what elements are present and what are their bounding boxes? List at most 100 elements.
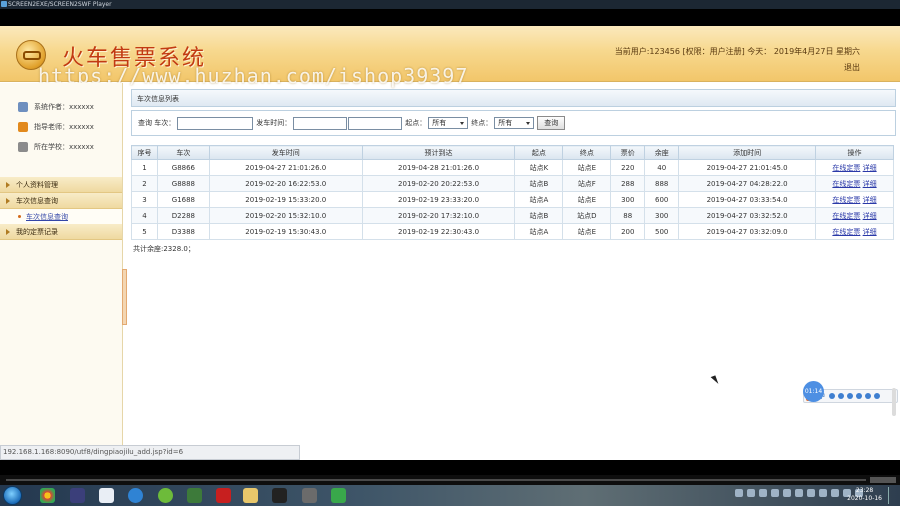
book-online-link[interactable]: 在线定票 <box>832 212 860 220</box>
cell-arrive-time: 2019-02-20 17:32:10.0 <box>361 207 516 224</box>
taskbar: 23:28 2020-10-16 <box>0 485 900 506</box>
cell-actions: 在线定票 详细 <box>815 223 894 240</box>
cell-seats: 888 <box>644 175 680 192</box>
col-actions: 操作 <box>815 145 894 160</box>
book-online-link[interactable]: 在线定票 <box>832 164 860 172</box>
cell-seats: 500 <box>644 223 680 240</box>
submenu-train-query[interactable]: 车次信息查询 <box>0 209 122 224</box>
cell-depart-time: 2019-04-27 21:01:26.0 <box>208 159 363 176</box>
col-start: 起点 <box>514 145 564 160</box>
tray-icon[interactable] <box>759 489 767 497</box>
menu-my-bookings-label: 我的定票记录 <box>16 227 58 236</box>
sidebar-splitter-handle[interactable] <box>122 269 127 325</box>
panel-title: 车次信息列表 <box>131 89 896 107</box>
app-icon[interactable] <box>99 488 114 503</box>
detail-link[interactable]: 详细 <box>863 180 877 188</box>
show-desktop-button[interactable] <box>888 487 898 504</box>
cell-seats: 600 <box>644 191 680 208</box>
player-icon <box>1 1 7 7</box>
ime-keyboard-icon[interactable] <box>856 393 862 399</box>
cell-actions: 在线定票 详细 <box>815 159 894 176</box>
detail-link[interactable]: 详细 <box>863 196 877 204</box>
tray-icon[interactable] <box>747 489 755 497</box>
depart-time-start-input[interactable] <box>293 116 348 130</box>
start-station-label: 起点： <box>405 119 427 127</box>
avatar-app-icon[interactable] <box>302 488 317 503</box>
tray-icon[interactable] <box>831 489 839 497</box>
cell-end: 站点D <box>562 207 612 224</box>
header: 火车售票系统 https://www.huzhan.com/ishop39397… <box>0 26 900 88</box>
green-app-icon[interactable] <box>331 488 346 503</box>
menu-profile[interactable]: 个人资料管理 <box>0 177 122 193</box>
teacher-icon <box>18 122 28 132</box>
info-school-label: 所在学校：xxxxxx <box>34 143 94 151</box>
menu-my-bookings[interactable]: 我的定票记录 <box>0 224 122 240</box>
tray-icon[interactable] <box>735 489 743 497</box>
logout-link[interactable]: 退出 <box>844 62 860 73</box>
system-clock[interactable]: 23:28 2020-10-16 <box>847 487 882 503</box>
ime-punct-icon[interactable] <box>829 393 835 399</box>
cell-added-time: 2019-04-27 03:32:09.0 <box>678 223 817 240</box>
ime-emoji-icon[interactable] <box>838 393 844 399</box>
refresh-app-icon[interactable] <box>158 488 173 503</box>
player-control-icons[interactable] <box>870 477 896 483</box>
cell-depart-time: 2019-02-20 16:22:53.0 <box>208 175 363 192</box>
folder-icon[interactable] <box>243 488 258 503</box>
col-depart-time: 发车时间 <box>208 145 363 160</box>
cell-actions: 在线定票 详细 <box>815 207 894 224</box>
spreadsheet-icon[interactable] <box>187 488 202 503</box>
start-station-value: 所有 <box>432 119 447 127</box>
cell-start: 站点A <box>514 191 564 208</box>
book-online-link[interactable]: 在线定票 <box>832 228 860 236</box>
tray-icon[interactable] <box>771 489 779 497</box>
cell-train-no: D3388 <box>156 223 210 240</box>
detail-link[interactable]: 详细 <box>863 228 877 236</box>
ime-tools-icon[interactable] <box>874 393 880 399</box>
detail-link[interactable]: 详细 <box>863 164 877 172</box>
start-station-select[interactable]: 所有 <box>428 117 469 129</box>
recording-timer[interactable]: 01:14 <box>803 381 824 402</box>
end-station-value: 所有 <box>498 119 513 127</box>
media-icon[interactable] <box>70 488 85 503</box>
qq-icon[interactable] <box>272 488 287 503</box>
table-row: 2 G8888 2019-02-20 16:22:53.0 2019-02-20… <box>131 175 894 192</box>
book-online-link[interactable]: 在线定票 <box>832 196 860 204</box>
book-online-link[interactable]: 在线定票 <box>832 180 860 188</box>
table-row: 3 G1688 2019-02-19 15:33:20.0 2019-02-19… <box>131 191 894 208</box>
tray-icon[interactable] <box>795 489 803 497</box>
cell-index: 2 <box>131 175 158 192</box>
chrome-icon[interactable] <box>40 488 55 503</box>
tray-icon[interactable] <box>819 489 827 497</box>
menu-train-query[interactable]: 车次信息查询 <box>0 193 122 209</box>
cell-added-time: 2019-04-27 21:01:45.0 <box>678 159 817 176</box>
player-title: SCREEN2EXE/SCREEN2SWF Player <box>8 1 112 8</box>
cell-start: 站点B <box>514 207 564 224</box>
cell-added-time: 2019-04-27 03:32:52.0 <box>678 207 817 224</box>
clock-time: 23:28 <box>855 487 874 494</box>
ime-voice-icon[interactable] <box>847 393 853 399</box>
cell-end: 站点E <box>562 159 612 176</box>
train-no-input[interactable] <box>177 116 254 130</box>
start-button[interactable] <box>3 486 22 505</box>
cell-start: 站点K <box>514 159 564 176</box>
player-controls <box>0 475 900 485</box>
query-button[interactable]: 查询 <box>537 116 566 130</box>
sidebar-menu: 个人资料管理 车次信息查询 车次信息查询 我的定票记录 <box>0 177 122 240</box>
depart-time-end-input[interactable] <box>348 116 403 130</box>
tray-icon[interactable] <box>783 489 791 497</box>
flash-icon[interactable] <box>216 488 231 503</box>
cell-added-time: 2019-04-27 04:28:22.0 <box>678 175 817 192</box>
cell-end: 站点F <box>562 175 612 192</box>
detail-link[interactable]: 详细 <box>863 212 877 220</box>
cell-price: 200 <box>610 223 646 240</box>
table-row: 4 D2288 2019-02-20 15:32:10.0 2019-02-20… <box>131 207 894 224</box>
cell-index: 5 <box>131 223 158 240</box>
cell-seats: 40 <box>644 159 680 176</box>
right-scroll-handle[interactable] <box>892 388 896 416</box>
playback-progress-track[interactable] <box>6 479 866 481</box>
ime-skin-icon[interactable] <box>865 393 871 399</box>
tray-icon[interactable] <box>807 489 815 497</box>
end-station-select[interactable]: 所有 <box>494 117 535 129</box>
arrow-right-icon <box>6 197 10 204</box>
browser-icon[interactable] <box>128 488 143 503</box>
